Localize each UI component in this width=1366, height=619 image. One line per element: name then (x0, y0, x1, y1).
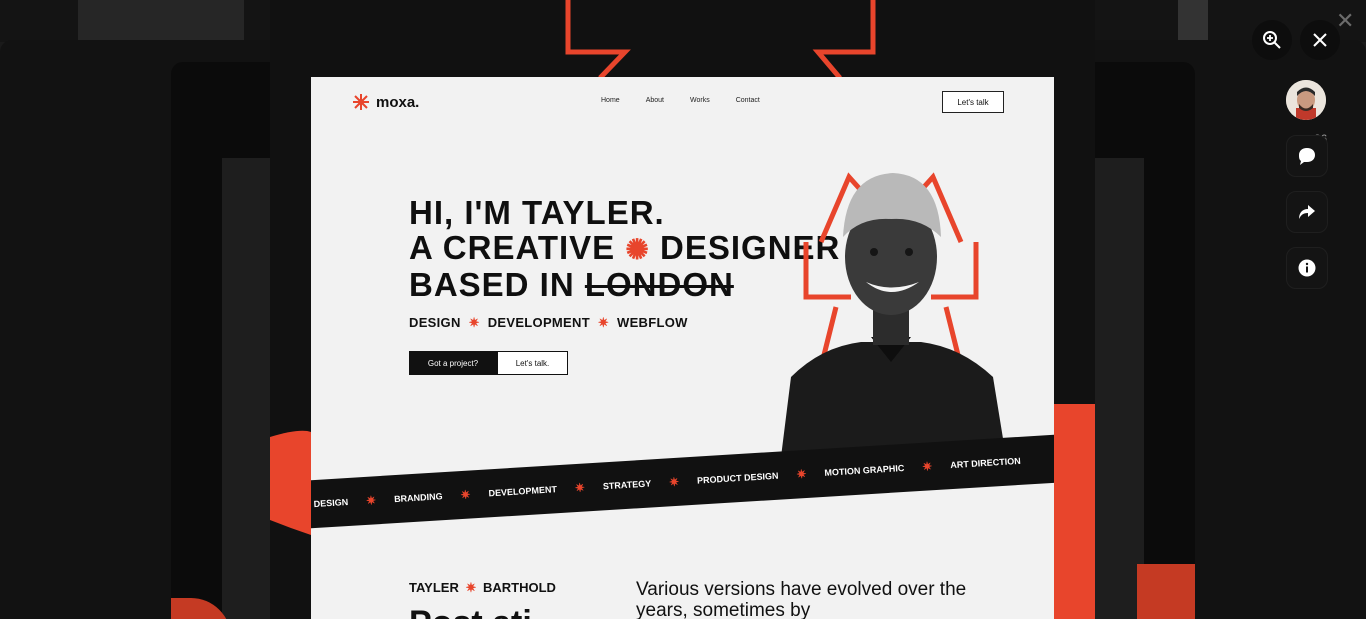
mockup-cta-button: Let's talk (942, 91, 1004, 113)
close-icon (1313, 33, 1327, 47)
hero-buttons: Got a project? Let's talk. (409, 351, 568, 375)
share-button[interactable] (1286, 191, 1328, 233)
skill-item: DEVELOPMENT (487, 315, 590, 330)
background-thumbnail (78, 0, 244, 40)
ribbon-item: MOTION GRAPHIC (824, 462, 905, 478)
website-mockup: moxa. Home About Works Contact Let's tal… (311, 77, 1054, 619)
ribbon-item: PRODUCT DESIGN (696, 470, 779, 486)
asterisk-icon: ✷ (468, 315, 480, 330)
hero-text: A CREATIVE (409, 229, 616, 266)
name-label: TAYLER ✷ BARTHOLD (409, 580, 556, 596)
nav-item-home: Home (601, 97, 620, 104)
project-button: Got a project? (409, 351, 497, 375)
skills-line: DESIGN ✷ DEVELOPMENT ✷ WEBFLOW (409, 315, 688, 331)
info-icon (1298, 259, 1316, 277)
hero-text: BASED IN (409, 266, 575, 303)
ribbon-item: STRATEGY (602, 478, 652, 492)
asterisk-icon: ✷ (460, 487, 471, 503)
share-icon (1299, 205, 1315, 219)
skill-item: DESIGN (409, 315, 461, 330)
mockup-logo: moxa. (352, 93, 419, 111)
asterisk-icon: ✷ (465, 580, 477, 595)
intro-paragraph: Various versions have evolved over the y… (636, 579, 967, 619)
nav-item-about: About (645, 97, 664, 104)
logo-text: moxa. (376, 93, 420, 111)
ribbon-item: DESIGN (313, 496, 349, 510)
ribbon-item: BRANDING (393, 491, 443, 505)
sunburst-icon (353, 94, 369, 110)
comment-icon (1299, 148, 1315, 165)
sunburst-icon: ✺ (625, 234, 650, 265)
nav-item-contact: Contact (735, 97, 760, 104)
asterisk-icon: ✷ (597, 315, 610, 330)
lightbox-image[interactable]: moxa. Home About Works Contact Let's tal… (270, 0, 1095, 619)
mockup-nav: Home About Works Contact (601, 97, 786, 104)
talk-button: Let's talk. (497, 351, 568, 375)
zoom-in-icon (1263, 31, 1281, 49)
services-ribbon: DESIGN ✷ BRANDING ✷ DEVELOPMENT ✷ STRATE… (311, 432, 1054, 530)
designer-avatar[interactable] (1286, 80, 1326, 120)
background-thumbnail (1178, 0, 1208, 40)
asterisk-icon: ✷ (668, 474, 680, 490)
close-modal-button[interactable]: ✕ (1336, 8, 1354, 34)
skill-item: WEBFLOW (617, 315, 688, 330)
nav-item-works: Works (689, 97, 710, 104)
asterisk-icon: ✷ (365, 493, 377, 508)
ribbon-item: DEVELOPMENT (488, 484, 558, 499)
ribbon-item: ART DIRECTION (949, 455, 1021, 471)
hero-text-strike: LONDON (584, 266, 734, 303)
comments-button[interactable] (1286, 135, 1328, 177)
info-button[interactable] (1286, 247, 1328, 289)
zoom-button[interactable] (1252, 20, 1292, 60)
asterisk-icon: ✷ (574, 480, 586, 496)
section-heading: Post ati (409, 604, 532, 619)
shot-accent-shape (1137, 564, 1195, 619)
asterisk-icon: ✷ (796, 466, 807, 482)
asterisk-icon: ✷ (921, 459, 933, 474)
close-lightbox-button[interactable] (1300, 20, 1340, 60)
avatar-image (1286, 80, 1326, 120)
last-name: BARTHOLD (483, 580, 556, 595)
first-name: TAYLER (409, 580, 459, 595)
portrait-image (781, 172, 1006, 457)
